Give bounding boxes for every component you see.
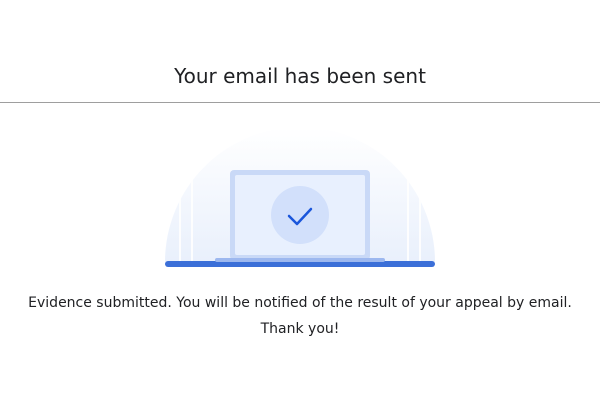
laptop-checkmark-illustration: [160, 127, 440, 270]
confirmation-message: Evidence submitted. You will be notified…: [28, 295, 572, 337]
laptop-hinge: [215, 258, 385, 262]
page-title: Your email has been sent: [174, 64, 426, 88]
laptop-checkmark-icon: [165, 127, 435, 267]
check-circle: [271, 186, 329, 244]
email-sent-page: Your email has been sent Evidence submit…: [0, 0, 600, 400]
page-header: Your email has been sent: [0, 0, 600, 103]
